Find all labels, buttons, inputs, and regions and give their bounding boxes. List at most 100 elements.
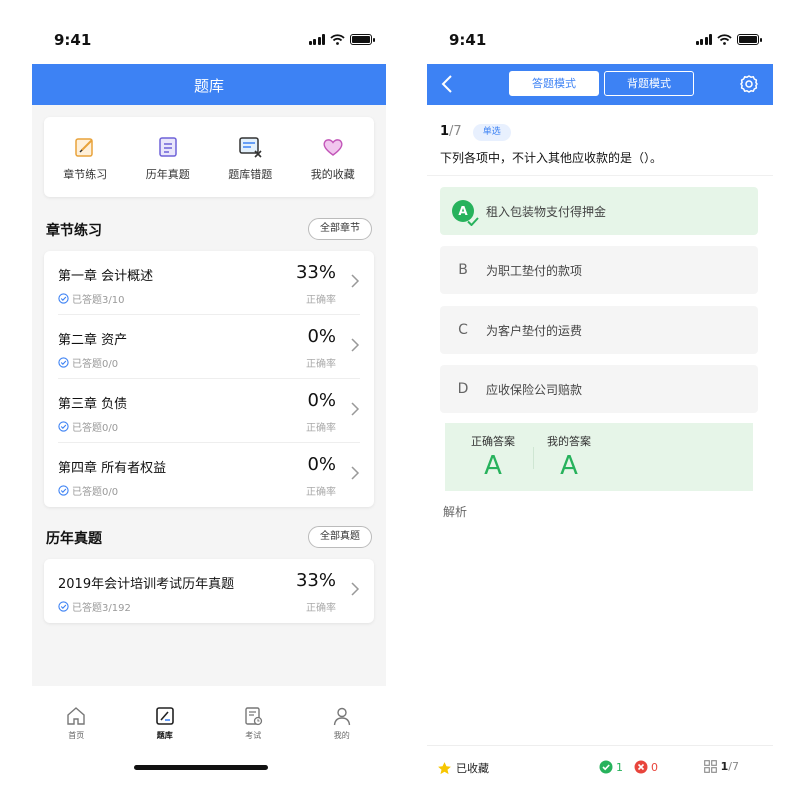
- wrong-count: 0: [634, 760, 658, 774]
- chevron-right-icon: [351, 466, 360, 480]
- top-bar: 题库: [32, 64, 386, 105]
- check-circle-icon: [58, 485, 69, 496]
- user-icon: [333, 707, 350, 726]
- wifi-icon: [330, 34, 345, 45]
- answer-mode-button[interactable]: 答题模式: [509, 71, 599, 96]
- question-index: 1/7: [440, 124, 462, 139]
- accuracy-value: 33%: [295, 262, 336, 283]
- section-title: 章节练习: [46, 223, 102, 239]
- chapter-row[interactable]: 第四章 所有者权益 已答题0/0 0% 正确率: [58, 443, 360, 507]
- home-indicator: [134, 765, 268, 770]
- answered-count: 已答题0/0: [72, 359, 119, 370]
- option-b[interactable]: B 为职工垫付的款项: [440, 246, 758, 294]
- all-chapters-button[interactable]: 全部章节: [308, 218, 372, 240]
- correct-option-badge: A: [452, 200, 479, 226]
- question-text: 下列各项中，不计入其他应收款的是（）。: [440, 151, 663, 165]
- option-a[interactable]: A 租入包装物支付得押金: [440, 187, 758, 235]
- mode-switch: 答题模式 背题模式: [509, 71, 694, 96]
- cross-circle-icon: [634, 760, 648, 774]
- check-circle-icon: [58, 601, 69, 612]
- option-text: 为客户垫付的运费: [486, 323, 583, 338]
- status-time: 9:41: [54, 31, 92, 49]
- question-header: 1/7 单选 下列各项中，不计入其他应收款的是（）。: [440, 120, 760, 166]
- question-bank-icon: [155, 707, 174, 725]
- question-progress-button[interactable]: 1/7: [703, 760, 739, 773]
- my-answer: 我的答案 A: [547, 435, 591, 481]
- star-icon: [438, 761, 451, 774]
- tab-home[interactable]: 首页: [32, 686, 121, 746]
- answered-count: 已答题0/0: [72, 487, 119, 498]
- paper-name: 2019年会计培训考试历年真题: [58, 577, 235, 592]
- correct-answer: 正确答案 A: [471, 435, 515, 481]
- quick-past-papers[interactable]: 历年真题: [127, 117, 210, 197]
- chapter-row[interactable]: 第二章 资产 已答题0/0 0% 正确率: [58, 315, 360, 379]
- chapter-row[interactable]: 第一章 会计概述 已答题3/10 33% 正确率: [58, 251, 360, 315]
- check-icon: [467, 217, 479, 226]
- accuracy-label: 正确率: [306, 295, 336, 306]
- check-circle-icon: [599, 760, 613, 774]
- quick-my-favorites[interactable]: 我的收藏: [292, 117, 375, 197]
- status-bar: 9:41: [32, 20, 386, 64]
- answered-count: 已答题3/10: [72, 295, 125, 306]
- section-title: 历年真题: [46, 531, 102, 547]
- accuracy-label: 正确率: [306, 423, 336, 434]
- check-circle-icon: [58, 293, 69, 304]
- quiz-screen: 9:41 答题模式 背题模式 1/7 单选 下列各项中，不计入其他应收款的是（）…: [427, 20, 773, 800]
- check-circle-icon: [58, 421, 69, 432]
- back-arrow-icon[interactable]: [441, 74, 453, 94]
- grid-icon: [703, 760, 717, 773]
- past-paper-row[interactable]: 2019年会计培训考试历年真题 已答题3/192 33% 正确率: [58, 559, 360, 623]
- heart-icon: [323, 139, 343, 156]
- answered-count: 已答题0/0: [72, 423, 119, 434]
- page-title: 题库: [193, 77, 224, 95]
- wifi-icon: [717, 34, 732, 45]
- option-letter: C: [458, 322, 468, 338]
- chapter-row[interactable]: 第三章 负债 已答题0/0 0% 正确率: [58, 379, 360, 443]
- answered-count: 已答题3/192: [72, 603, 131, 614]
- chapter-name: 第一章 会计概述: [58, 269, 154, 284]
- chevron-right-icon: [351, 338, 360, 352]
- accuracy-label: 正确率: [306, 487, 336, 498]
- exam-icon: [245, 707, 263, 726]
- memorize-mode-button[interactable]: 背题模式: [604, 71, 694, 96]
- chapter-name: 第三章 负债: [58, 397, 128, 412]
- chevron-right-icon: [351, 582, 360, 596]
- status-bar: 9:41: [427, 20, 773, 64]
- option-letter: D: [457, 381, 469, 397]
- home-icon: [67, 707, 85, 725]
- signal-icon: [695, 34, 712, 45]
- signal-icon: [308, 34, 325, 45]
- option-d[interactable]: D 应收保险公司赔款: [440, 365, 758, 413]
- option-letter: B: [458, 262, 468, 278]
- quick-entry-card: 章节练习 历年真题 题库错题 我的收藏: [44, 117, 374, 197]
- favorite-button[interactable]: 已收藏: [437, 760, 489, 776]
- accuracy-value: 0%: [307, 326, 336, 347]
- correct-count: 1: [599, 760, 623, 774]
- question-bank-screen: 9:41 题库 章节练习 历年真题 题库错题 我的收藏 章节练习 全部章节 第一…: [32, 20, 386, 800]
- document-icon: [159, 137, 177, 157]
- chevron-right-icon: [351, 274, 360, 288]
- question-type-badge: 单选: [472, 124, 511, 141]
- option-text: 为职工垫付的款项: [486, 263, 583, 278]
- battery-icon: [350, 34, 375, 45]
- gear-icon[interactable]: [739, 74, 759, 94]
- past-papers-section-header: 历年真题 全部真题: [46, 526, 372, 548]
- tab-mine[interactable]: 我的: [298, 686, 387, 746]
- status-time: 9:41: [449, 31, 487, 49]
- tab-question-bank[interactable]: 题库: [121, 686, 210, 746]
- quick-wrong-questions[interactable]: 题库错题: [209, 117, 292, 197]
- chevron-right-icon: [351, 402, 360, 416]
- accuracy-value: 0%: [307, 454, 336, 475]
- accuracy-label: 正确率: [306, 603, 336, 614]
- check-circle-icon: [58, 357, 69, 368]
- option-c[interactable]: C 为客户垫付的运费: [440, 306, 758, 354]
- accuracy-value: 33%: [295, 570, 336, 591]
- quiz-bottom-bar: 已收藏 1 0 1/7: [427, 745, 773, 789]
- tab-exam[interactable]: 考试: [209, 686, 298, 746]
- accuracy-label: 正确率: [306, 359, 336, 370]
- all-past-papers-button[interactable]: 全部真题: [308, 526, 372, 548]
- quick-chapter-practice[interactable]: 章节练习: [44, 117, 127, 197]
- option-text: 应收保险公司赔款: [486, 382, 583, 397]
- option-text: 租入包装物支付得押金: [486, 204, 607, 219]
- edit-note-icon: [75, 138, 93, 157]
